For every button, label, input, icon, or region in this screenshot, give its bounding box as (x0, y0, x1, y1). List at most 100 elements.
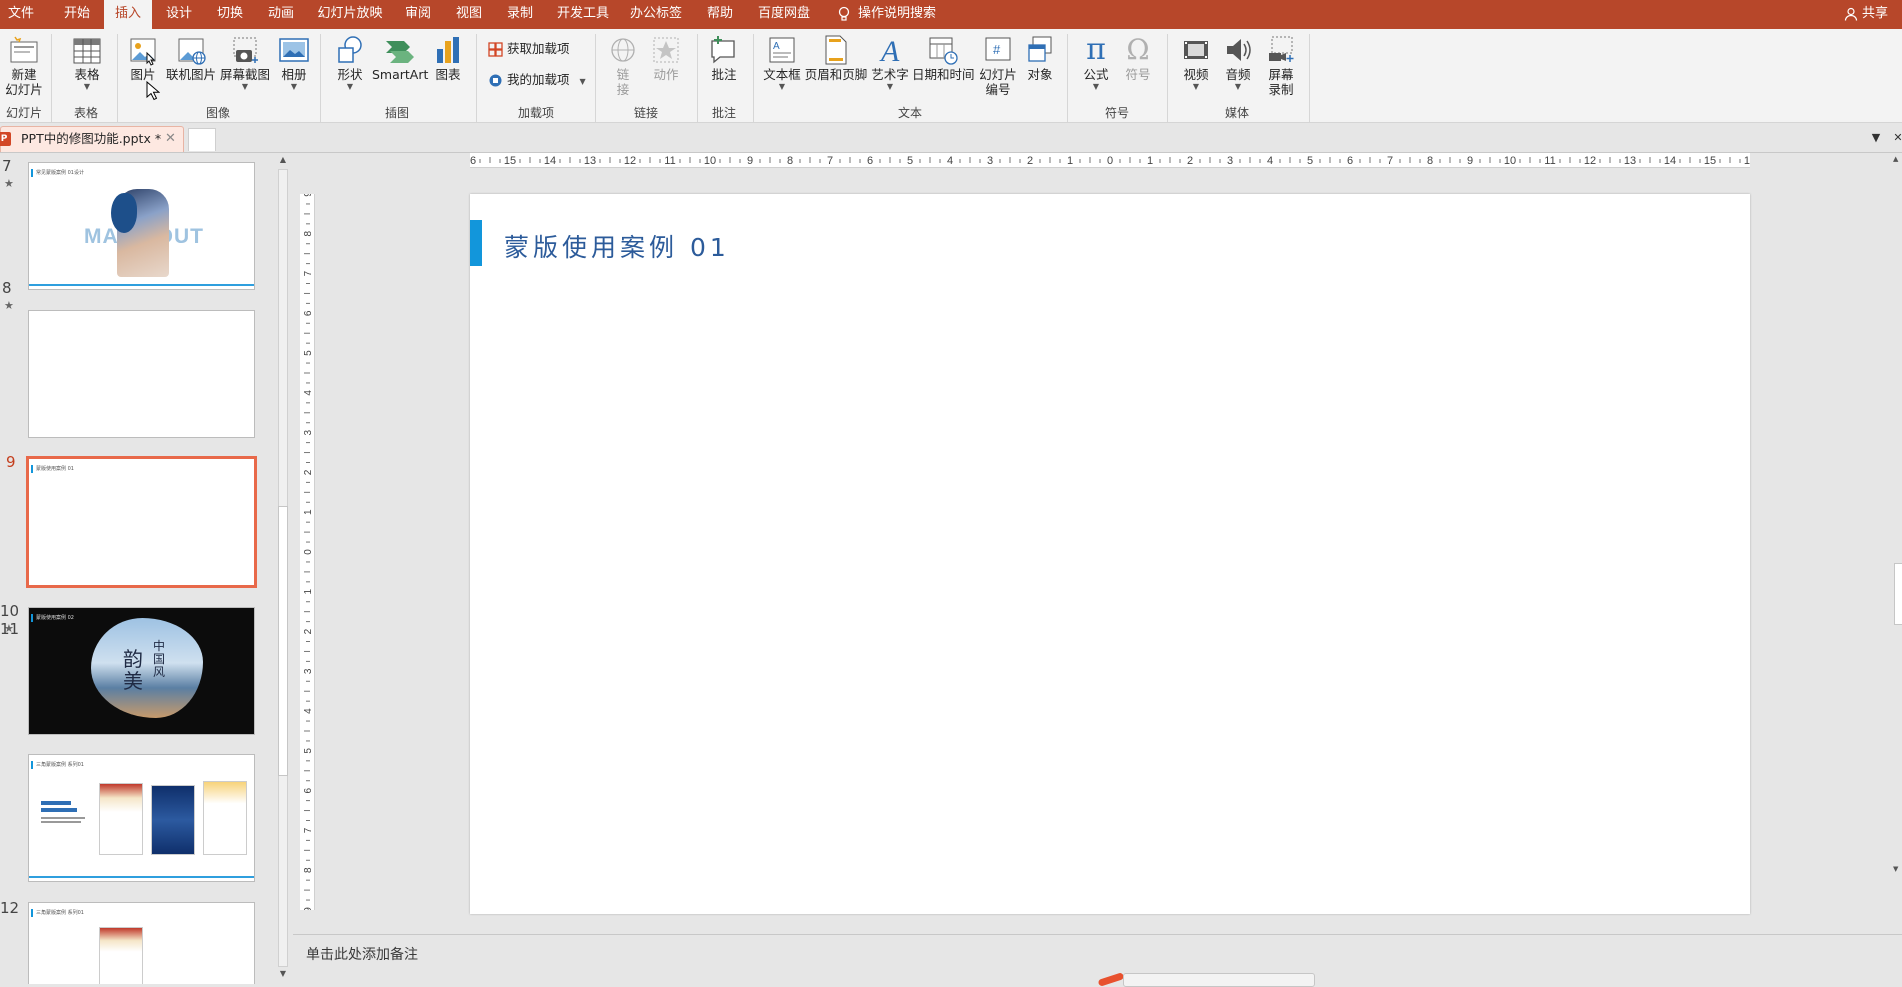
album-button[interactable]: 相册 ▼ (276, 33, 312, 99)
slide-thumbnail-12[interactable]: 三角蒙版案例 系列01 (28, 902, 255, 984)
comment-label: 批注 (711, 67, 737, 82)
thumb-cave-scene-image (91, 618, 203, 718)
online-pictures-button[interactable]: 联机图片 (166, 33, 216, 99)
menu-design[interactable]: 设计 (156, 0, 202, 29)
link-button[interactable]: 链 接 (606, 33, 640, 99)
current-slide-canvas[interactable]: 蒙版使用案例 01 (470, 194, 1750, 914)
group-comments-label: 批注 (711, 106, 736, 120)
video-button[interactable]: 视频 ▼ (1178, 33, 1214, 99)
scroll-down-icon[interactable]: ▼ (1893, 865, 1898, 873)
symbol-button[interactable]: Ω 符号 (1120, 33, 1156, 99)
my-addins-button[interactable]: 我的加载项 ▼ (488, 69, 586, 91)
menu-office-tabs[interactable]: 办公标签 (624, 0, 688, 29)
screenshot-button[interactable]: 屏幕截图 ▼ (220, 33, 270, 99)
thumb-poster-partial (99, 927, 143, 984)
scroll-up-icon[interactable]: ▲ (1893, 155, 1898, 163)
ruler-label: 10 (1504, 155, 1516, 167)
video-label: 视频 (1183, 67, 1209, 82)
thumbnail-scrollbar[interactable]: ▲ ▼ (276, 153, 290, 984)
equation-button[interactable]: π 公式 ▼ (1078, 33, 1114, 99)
scrollbar-thumb[interactable] (278, 506, 288, 776)
tab-list-dropdown-icon[interactable]: ▼ (1868, 129, 1884, 147)
thumb-title: 三角蒙版案例 系列01 (36, 910, 84, 916)
thumb-accent-bar (31, 169, 33, 177)
menu-animations[interactable]: 动画 (258, 0, 304, 29)
ruler-label: 7 (303, 270, 314, 276)
thumb-bottom-line (29, 876, 254, 878)
menu-transitions[interactable]: 切换 (207, 0, 253, 29)
new-tab-button[interactable] (188, 128, 216, 151)
menu-record[interactable]: 录制 (497, 0, 543, 29)
menu-view[interactable]: 视图 (446, 0, 492, 29)
ruler-label: 4 (1267, 155, 1273, 167)
menu-file[interactable]: 文件 (0, 0, 42, 29)
scroll-up-icon[interactable]: ▲ (277, 155, 289, 164)
tell-me-search[interactable]: 操作说明搜索 (838, 0, 936, 29)
chart-button[interactable]: 图表 (432, 33, 464, 99)
slide-thumbnail-pane: 7 ★ 常见蒙版案例 01设计 MASK OUT 8 ★ 9 蒙版使用案例 01… (0, 153, 276, 984)
share-button[interactable]: 共享 (1844, 0, 1888, 29)
table-button[interactable]: 表格 ▼ (68, 33, 106, 99)
comment-button[interactable]: 批注 (706, 33, 742, 99)
action-button[interactable]: 动作 (648, 33, 684, 99)
get-addins-label: 获取加载项 (507, 41, 570, 56)
group-tables-label: 表格 (73, 106, 98, 120)
menu-home[interactable]: 开始 (54, 0, 100, 29)
ruler-label: 8 (787, 155, 793, 167)
menu-slideshow[interactable]: 幻灯片放映 (312, 0, 388, 29)
ruler-label: 9 (303, 194, 314, 197)
ruler-label: 14 (1664, 155, 1676, 167)
slide-thumbnail-9-selected[interactable]: 蒙版使用案例 01 (26, 456, 257, 588)
audio-button[interactable]: 音频 ▼ (1220, 33, 1256, 99)
shapes-button[interactable]: 形状 ▼ (332, 33, 368, 99)
editor-scrollbar[interactable]: ▲ ▼ (1893, 153, 1902, 934)
my-addins-label: 我的加载项 (507, 72, 570, 87)
object-button[interactable]: 对象 (1022, 33, 1058, 99)
ruler-label: 4 (303, 708, 314, 714)
group-slides-label: 幻灯片 (5, 106, 42, 120)
close-window-icon[interactable]: ✕ (1890, 129, 1902, 147)
date-time-button[interactable]: 日期和时间 (912, 33, 975, 99)
thumb-accent-bar (31, 465, 33, 473)
notes-placeholder[interactable]: 单击此处添加备注 (306, 944, 418, 964)
header-footer-button[interactable]: 页眉和页脚 (804, 33, 868, 99)
ribbon-separator (476, 34, 477, 122)
menu-insert[interactable]: 插入 (104, 0, 152, 30)
screen-recording-button[interactable]: 屏幕 录制 (1262, 33, 1300, 99)
textbox-button[interactable]: A 文本框 ▼ (762, 33, 802, 99)
menu-help[interactable]: 帮助 (697, 0, 743, 29)
screenshot-label: 屏幕截图 (220, 67, 271, 82)
screen-recording-label-1: 屏幕 (1268, 67, 1294, 82)
shapes-icon (338, 36, 362, 63)
new-slide-button[interactable]: 新建 幻灯片 (2, 33, 46, 99)
slide-thumbnail-7[interactable]: 常见蒙版案例 01设计 MASK OUT (28, 162, 255, 290)
ruler-label: 1 (303, 509, 314, 515)
ribbon-separator (320, 34, 321, 122)
slide-thumbnail-8[interactable] (28, 310, 255, 438)
ruler-label: 2 (303, 469, 314, 475)
menu-review[interactable]: 审阅 (395, 0, 441, 29)
svg-text:#: # (993, 42, 1001, 57)
slide-number-10: 10 (0, 602, 20, 620)
slide-title[interactable]: 蒙版使用案例 01 (504, 228, 730, 264)
notes-pane[interactable]: 单击此处添加备注 (293, 935, 1902, 987)
slide-number-12: 12 (0, 899, 20, 917)
slide-thumbnail-10[interactable]: 蒙版使用案例 02 中国风 韵美 (28, 607, 255, 735)
slide-number-button[interactable]: # 幻灯片 编号 (976, 33, 1020, 99)
smartart-button[interactable]: SmartArt (372, 33, 428, 99)
slide-thumbnail-11[interactable]: 三角蒙版案例 系列01 (28, 754, 255, 882)
group-illustrations-label: 插图 (384, 106, 409, 120)
ribbon-separator (697, 34, 698, 122)
close-tab-icon[interactable]: ✕ (165, 127, 176, 151)
status-popup (1123, 973, 1315, 987)
get-addins-button[interactable]: 获取加载项 (488, 38, 570, 60)
scroll-down-icon[interactable]: ▼ (277, 969, 289, 978)
slide-number-9: 9 (6, 453, 16, 471)
wordart-button[interactable]: A 艺术字 ▼ (870, 33, 910, 99)
picture-label: 图片 (130, 67, 156, 82)
menu-baidu-netdisk[interactable]: 百度网盘 (752, 0, 816, 29)
menu-developer[interactable]: 开发工具 (551, 0, 615, 29)
ruler-label: 12 (624, 155, 636, 167)
document-tab[interactable]: P PPT中的修图功能.pptx * ✕ (0, 126, 184, 152)
scrollbar-thumb[interactable] (1894, 563, 1902, 625)
